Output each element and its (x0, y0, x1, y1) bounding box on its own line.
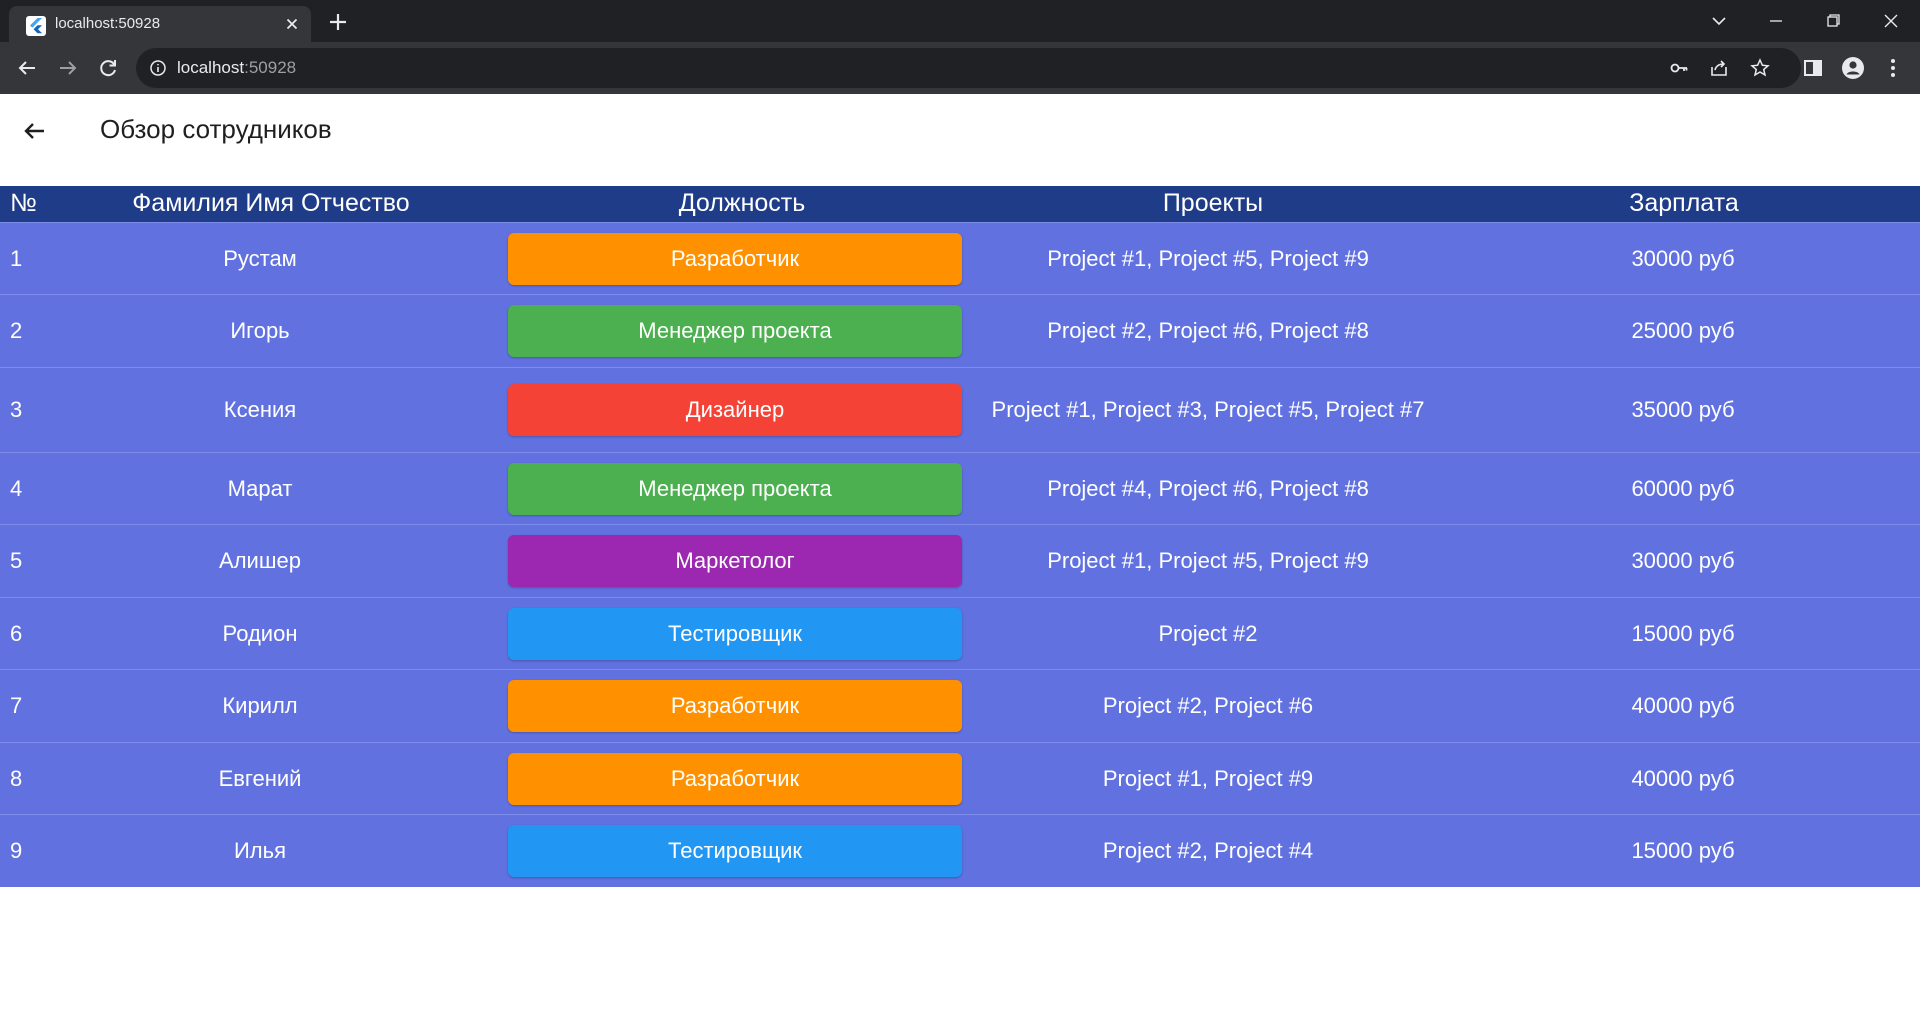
site-info-icon[interactable] (149, 59, 167, 77)
cell-num: 8 (10, 765, 23, 791)
cell-num: 5 (10, 548, 23, 573)
role-chip[interactable]: Маркетолог (508, 535, 962, 587)
role-chip[interactable]: Тестировщик (508, 825, 962, 877)
app-bar: Обзор сотрудников (0, 94, 1920, 186)
cell-salary: 60000 руб (1631, 475, 1735, 501)
back-arrow-icon[interactable] (13, 54, 41, 82)
cell-name: Илья (233, 838, 287, 863)
cell-salary: 15000 руб (1631, 620, 1735, 646)
cell-num: 9 (10, 838, 23, 863)
cell-name: Евгений (218, 765, 302, 791)
cell-salary: 25000 руб (1631, 318, 1735, 343)
address-bar[interactable]: localhost:50928 (136, 48, 1801, 88)
reload-icon[interactable] (94, 54, 122, 82)
table-row: 5 Алишер Маркетолог Project #1, Project … (0, 524, 1920, 597)
cell-projects: Project #2, Project #6, Project #8 (1047, 318, 1369, 343)
url-port: :50928 (244, 58, 297, 77)
table-row: 2 Игорь Менеджер проекта Project #2, Pro… (0, 294, 1920, 367)
header-salary: Зарплата (1629, 189, 1739, 217)
browser-tabstrip: localhost:50928 (0, 0, 1920, 42)
url-host: localhost (177, 58, 245, 77)
table-row: 6 Родион Тестировщик Project #2 15000 ру… (0, 597, 1920, 669)
cell-salary: 40000 руб (1631, 765, 1735, 791)
cell-name: Рустам (223, 245, 297, 271)
cell-projects: Project #2, Project #6 (1102, 693, 1314, 718)
role-chip[interactable]: Менеджер проекта (508, 305, 962, 357)
profile-icon[interactable] (1841, 56, 1865, 80)
window-close-icon[interactable] (1868, 7, 1914, 35)
cell-projects: Project #1, Project #3, Project #5, Proj… (991, 397, 1425, 422)
cell-projects: Project #2 (1158, 620, 1258, 646)
url-text: localhost:50928 (177, 58, 296, 78)
restore-icon[interactable] (1810, 7, 1856, 35)
key-icon[interactable] (1669, 58, 1689, 78)
share-icon[interactable] (1709, 58, 1729, 78)
cell-num: 3 (10, 397, 23, 422)
table-row: 3 Ксения Дизайнер Project #1, Project #3… (0, 367, 1920, 452)
cell-salary: 35000 руб (1631, 397, 1735, 422)
header-projects: Проекты (1162, 189, 1264, 217)
flutter-favicon-icon (26, 16, 46, 36)
role-chip[interactable]: Разработчик (508, 752, 962, 805)
cell-projects: Project #1, Project #9 (1102, 765, 1314, 791)
page-title: Обзор сотрудников (100, 114, 332, 144)
cell-projects: Project #2, Project #4 (1102, 838, 1314, 863)
employee-table: № Фамилия Имя Отчество Должность Проекты… (0, 186, 1920, 887)
table-header: № Фамилия Имя Отчество Должность Проекты… (0, 186, 1920, 222)
cell-salary: 30000 руб (1631, 548, 1735, 573)
role-chip[interactable]: Разработчик (508, 232, 962, 285)
cell-name: Кирилл (222, 693, 298, 718)
cell-num: 1 (10, 245, 23, 271)
table-row: 8 Евгений Разработчик Project #1, Projec… (0, 742, 1920, 814)
browser-toolbar: localhost:50928 (0, 42, 1920, 94)
role-chip[interactable]: Менеджер проекта (508, 462, 962, 515)
cell-salary: 15000 руб (1631, 838, 1735, 863)
role-chip[interactable]: Разработчик (508, 680, 962, 732)
tab-search-chevron-down-icon[interactable] (1696, 7, 1742, 35)
table-row: 9 Илья Тестировщик Project #2, Project #… (0, 814, 1920, 887)
minimize-icon[interactable] (1753, 7, 1799, 35)
cell-name: Игорь (230, 318, 290, 343)
arrow-left-icon[interactable] (20, 116, 50, 146)
header-num: № (10, 189, 37, 217)
star-icon[interactable] (1750, 58, 1770, 78)
header-role: Должность (678, 189, 806, 217)
role-chip[interactable]: Тестировщик (508, 607, 962, 660)
cell-num: 7 (10, 693, 23, 718)
cell-projects: Project #1, Project #5, Project #9 (1047, 245, 1369, 271)
tab-title: localhost:50928 (55, 15, 161, 32)
forward-arrow-icon[interactable] (54, 54, 82, 82)
cell-projects: Project #1, Project #5, Project #9 (1047, 548, 1369, 573)
cell-projects: Project #4, Project #6, Project #8 (1047, 475, 1369, 501)
cell-salary: 30000 руб (1631, 245, 1735, 271)
browser-tab[interactable]: localhost:50928 (9, 6, 311, 42)
side-panel-icon[interactable] (1801, 56, 1825, 80)
table-row: 4 Марат Менеджер проекта Project #4, Pro… (0, 452, 1920, 524)
table-row: 1 Рустам Разработчик Project #1, Project… (0, 222, 1920, 294)
cell-name: Родион (222, 620, 298, 646)
header-name: Фамилия Имя Отчество (132, 189, 410, 217)
cell-name: Ксения (223, 397, 297, 422)
table-row: 7 Кирилл Разработчик Project #2, Project… (0, 669, 1920, 742)
cell-name: Алишер (219, 548, 301, 573)
new-tab-plus-icon[interactable] (325, 9, 351, 35)
kebab-menu-icon[interactable] (1881, 56, 1905, 80)
cell-num: 2 (10, 318, 23, 343)
cell-salary: 40000 руб (1631, 693, 1735, 718)
cell-name: Марат (227, 475, 293, 501)
role-chip[interactable]: Дизайнер (508, 384, 962, 436)
cell-num: 4 (10, 475, 23, 501)
cell-num: 6 (10, 620, 23, 646)
tab-close-icon[interactable] (282, 14, 302, 34)
